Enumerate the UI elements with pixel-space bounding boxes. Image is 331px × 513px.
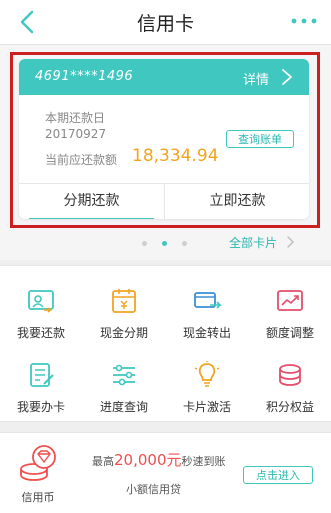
pager-dot-active[interactable] <box>162 241 167 246</box>
cash-transfer-icon <box>194 292 222 309</box>
promo-suffix: 秒速到账 <box>181 455 226 468</box>
service-limit-adjust[interactable]: 额度调整 <box>249 272 331 344</box>
highlight-frame <box>10 52 320 228</box>
promo-subtitle: 小额信用贷 <box>126 483 181 496</box>
diamond-coin-icon <box>20 445 56 481</box>
service-label: 现金转出 <box>182 326 231 340</box>
promo-prefix: 最高 <box>92 455 114 468</box>
all-cards-link[interactable]: 全部卡片 <box>229 234 277 251</box>
promo-amount: 20,000元 <box>114 451 182 469</box>
service-progress-query[interactable]: 进度查询 <box>83 346 165 418</box>
points-benefit-icon <box>279 364 301 386</box>
promo-name: 信用币 <box>21 491 55 504</box>
pager-dot[interactable] <box>142 241 147 246</box>
chevron-right-icon[interactable] <box>287 236 295 248</box>
service-label: 现金分期 <box>99 326 148 340</box>
repay-icon <box>28 290 54 313</box>
page-title: 信用卡 <box>136 13 194 35</box>
top-bar: 信用卡 <box>0 0 331 45</box>
services-grid: 我要还款 现金分期 现金转出 额度调整 我要办卡 进度查询 卡片激活 积分权益 <box>0 265 331 422</box>
service-cash-transfer[interactable]: 现金转出 <box>166 272 248 344</box>
pager-dot[interactable] <box>182 241 187 246</box>
service-label: 进度查询 <box>99 400 148 414</box>
cash-installment-icon <box>112 289 136 313</box>
service-label: 我要办卡 <box>16 400 65 414</box>
service-points-benefit[interactable]: 积分权益 <box>249 346 331 418</box>
service-cash-installment[interactable]: 现金分期 <box>83 272 165 344</box>
service-label: 卡片激活 <box>182 400 231 414</box>
service-label: 积分权益 <box>265 400 314 414</box>
promo-headline: 最高20,000元秒速到账 <box>92 449 226 470</box>
carousel-pager <box>140 240 190 248</box>
service-label: 我要还款 <box>16 326 65 340</box>
credit-coin-promo[interactable]: 信用币 最高20,000元秒速到账 小额信用贷 点击进入 <box>0 432 331 513</box>
limit-adjust-icon <box>277 290 303 311</box>
service-repay[interactable]: 我要还款 <box>0 272 82 344</box>
progress-query-icon <box>113 364 135 386</box>
apply-card-icon <box>30 363 54 387</box>
service-apply-card[interactable]: 我要办卡 <box>0 346 82 418</box>
more-options-icon[interactable] <box>289 14 319 28</box>
service-label: 额度调整 <box>265 326 314 340</box>
enter-button[interactable]: 点击进入 <box>243 466 313 484</box>
card-activate-icon <box>194 361 220 387</box>
service-card-activate[interactable]: 卡片激活 <box>166 346 248 418</box>
